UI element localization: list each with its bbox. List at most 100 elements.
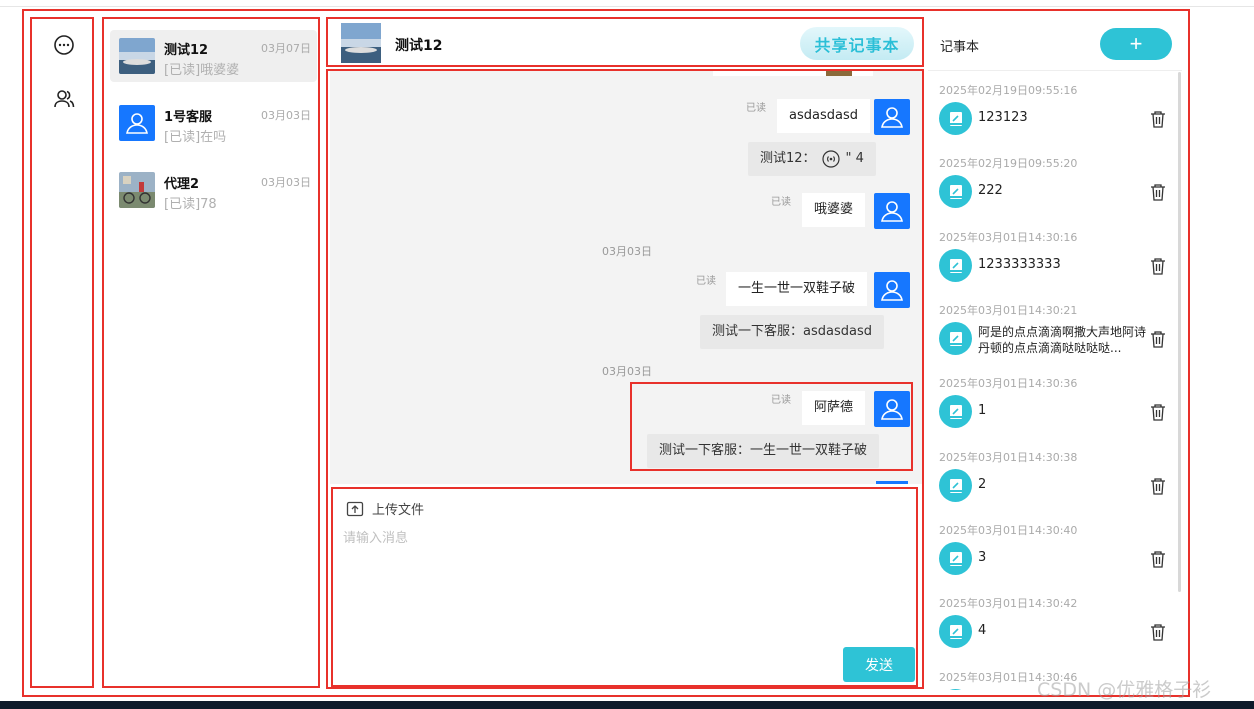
user-avatar-icon bbox=[874, 193, 910, 229]
date-separator: 03月03日 bbox=[602, 245, 652, 258]
send-button[interactable]: 发送 bbox=[843, 647, 915, 682]
note-book-icon bbox=[939, 469, 972, 502]
note-item[interactable]: 2025年03月01日14:30:40 3 bbox=[928, 522, 1178, 594]
message-bubble: 阿萨德 bbox=[802, 391, 866, 425]
note-book-icon bbox=[939, 102, 972, 135]
notebook-divider bbox=[928, 70, 1182, 71]
image-thumbnail-partial bbox=[826, 70, 852, 76]
note-time: 2025年03月01日14:30:16 bbox=[939, 231, 1078, 244]
conversation-preview: [已读]78 bbox=[164, 197, 217, 212]
notebook-panel: 记事本 + 2025年02月19日09:55:16 123123 2025年02… bbox=[928, 20, 1182, 690]
user-avatar-icon bbox=[874, 99, 910, 135]
trash-icon[interactable] bbox=[1150, 330, 1166, 348]
avatar bbox=[341, 23, 381, 63]
trash-icon[interactable] bbox=[1150, 550, 1166, 568]
upload-file-label: 上传文件 bbox=[372, 503, 425, 518]
conversation-date: 03月07日 bbox=[261, 42, 311, 55]
note-text: 2 bbox=[978, 477, 987, 492]
user-avatar-icon bbox=[874, 391, 910, 427]
note-book-icon bbox=[939, 322, 972, 355]
user-avatar-icon bbox=[874, 272, 910, 308]
note-time: 2025年02月19日09:55:16 bbox=[939, 84, 1078, 97]
message-bubble: asdasdasd bbox=[777, 99, 870, 133]
chat-title: 测试12 bbox=[395, 38, 443, 54]
avatar-partial bbox=[876, 481, 908, 484]
note-book-icon bbox=[939, 175, 972, 208]
note-book-icon bbox=[939, 395, 972, 428]
conversation-name: 代理2 bbox=[164, 177, 200, 192]
watermark: CSDN @优雅格子衫 bbox=[1037, 679, 1212, 701]
conversation-name: 测试12 bbox=[164, 43, 209, 58]
note-text: 4 bbox=[978, 623, 987, 638]
upload-icon bbox=[346, 501, 364, 516]
shared-notebook-button[interactable]: 共享记事本 bbox=[800, 27, 914, 60]
note-book-icon bbox=[939, 689, 972, 690]
message-composer: 上传文件 发送 bbox=[333, 489, 916, 685]
note-item[interactable]: 2025年02月19日09:55:16 123123 bbox=[928, 82, 1178, 154]
conversation-item[interactable]: 测试12 03月07日 [已读]哦婆婆 bbox=[110, 30, 317, 82]
trash-icon[interactable] bbox=[1150, 403, 1166, 421]
trash-icon[interactable] bbox=[1150, 623, 1166, 641]
date-separator: 03月03日 bbox=[602, 365, 652, 378]
voice-message[interactable]: 测试12： " 4 bbox=[748, 142, 876, 176]
note-text: 1 bbox=[978, 403, 987, 418]
note-book-icon bbox=[939, 249, 972, 282]
note-text: 123123 bbox=[978, 110, 1028, 125]
trash-icon[interactable] bbox=[1150, 110, 1166, 128]
trash-icon[interactable] bbox=[1150, 183, 1166, 201]
read-receipt: 已读 bbox=[771, 197, 791, 208]
note-time: 2025年03月01日14:30:40 bbox=[939, 524, 1078, 537]
voice-sender: 测试12： bbox=[760, 151, 816, 166]
note-time: 2025年03月01日14:30:36 bbox=[939, 377, 1078, 390]
note-item[interactable]: 2025年02月19日09:55:20 222 bbox=[928, 155, 1178, 227]
default-user-avatar-icon bbox=[119, 105, 155, 141]
chat-header: 测试12 共享记事本 bbox=[330, 20, 922, 64]
read-receipt: 已读 bbox=[771, 395, 791, 406]
conversation-item[interactable]: 1号客服 03月03日 [已读]在吗 bbox=[110, 97, 317, 149]
note-item[interactable]: 2025年03月01日14:30:36 1 bbox=[928, 375, 1178, 447]
system-message: 测试一下客服：asdasdasd bbox=[700, 315, 884, 349]
trash-icon[interactable] bbox=[1150, 477, 1166, 495]
message-bubble: 一生一世一双鞋子破 bbox=[726, 272, 868, 306]
note-text: 阿是的点点滴滴啊撒大声地阿诗丹顿的点点滴滴哒哒哒哒... bbox=[978, 325, 1146, 355]
conversation-preview: [已读]在吗 bbox=[164, 130, 227, 145]
avatar bbox=[119, 38, 155, 74]
note-time: 2025年02月19日09:55:20 bbox=[939, 157, 1078, 170]
read-receipt: 已读 bbox=[696, 276, 716, 287]
nav-rail bbox=[33, 20, 91, 686]
note-item[interactable]: 2025年03月01日14:30:21 阿是的点点滴滴啊撒大声地阿诗丹顿的点点滴… bbox=[928, 302, 1178, 374]
conversation-preview: [已读]哦婆婆 bbox=[164, 63, 240, 78]
chat-bubble-icon[interactable] bbox=[52, 33, 76, 57]
note-item[interactable]: 2025年03月01日14:30:16 1233333333 bbox=[928, 229, 1178, 301]
contacts-icon[interactable] bbox=[52, 87, 76, 111]
note-item[interactable]: 2025年03月01日14:30:42 4 bbox=[928, 595, 1178, 667]
conversation-date: 03月03日 bbox=[261, 109, 311, 122]
voice-duration: " 4 bbox=[845, 151, 864, 166]
conversation-list: 测试12 03月07日 [已读]哦婆婆 1号客服 03月03日 [已读]在吗 代… bbox=[105, 20, 318, 686]
note-text: 3 bbox=[978, 550, 987, 565]
note-text: 222 bbox=[978, 183, 1003, 198]
note-text: 1233333333 bbox=[978, 257, 1061, 272]
read-receipt: 已读 bbox=[746, 103, 766, 114]
upload-file-button[interactable]: 上传文件 bbox=[346, 499, 424, 518]
trash-icon[interactable] bbox=[1150, 257, 1166, 275]
notebook-title: 记事本 bbox=[940, 40, 980, 55]
note-time: 2025年03月01日14:30:42 bbox=[939, 597, 1078, 610]
avatar bbox=[119, 172, 155, 208]
system-message: 测试一下客服：一生一世一双鞋子破 bbox=[647, 434, 880, 468]
conversation-name: 1号客服 bbox=[164, 110, 213, 125]
note-book-icon bbox=[939, 615, 972, 648]
message-list[interactable]: 已读 asdasdasd 测试12： " 4 已读 哦婆婆 03月03日 已读 … bbox=[330, 70, 922, 484]
conversation-date: 03月03日 bbox=[261, 176, 311, 189]
note-time: 2025年03月01日14:30:21 bbox=[939, 304, 1078, 317]
conversation-item[interactable]: 代理2 03月03日 [已读]78 bbox=[110, 164, 317, 216]
notebook-scrollbar[interactable] bbox=[1178, 72, 1181, 592]
add-note-button[interactable]: + bbox=[1100, 28, 1172, 60]
message-input[interactable] bbox=[343, 527, 903, 627]
note-book-icon bbox=[939, 542, 972, 575]
voice-icon bbox=[821, 150, 840, 168]
note-time: 2025年03月01日14:30:38 bbox=[939, 451, 1078, 464]
note-item[interactable]: 2025年03月01日14:30:38 2 bbox=[928, 449, 1178, 521]
top-divider bbox=[0, 6, 1254, 7]
taskbar-strip bbox=[0, 701, 1254, 709]
